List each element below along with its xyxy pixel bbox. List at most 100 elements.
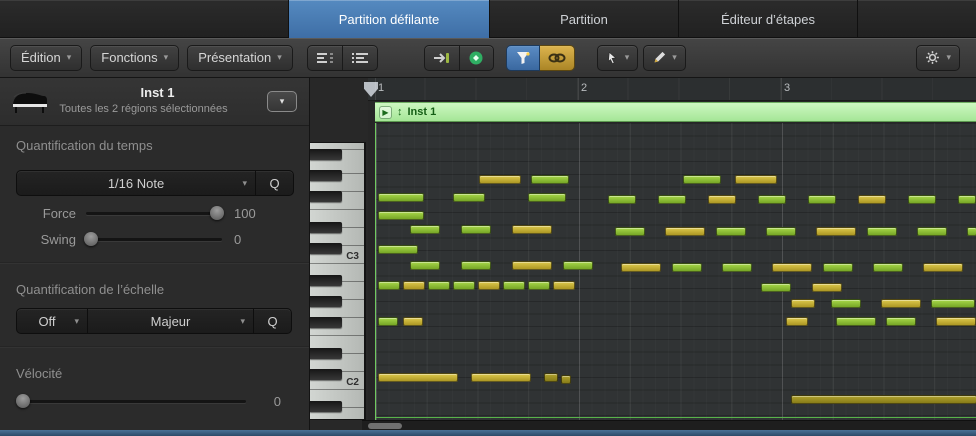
tab-step-editor[interactable]: Éditeur d’étapes [678,0,858,38]
midi-note[interactable] [378,245,418,254]
black-key[interactable] [310,190,342,202]
edition-menu-button[interactable]: Édition ▾ [10,44,83,71]
midi-note[interactable] [553,281,575,290]
midi-note[interactable] [867,227,897,236]
midi-note[interactable] [758,195,786,204]
settings-button[interactable]: ▾ [916,44,960,71]
details-list-button[interactable] [342,44,378,71]
midi-note[interactable] [428,281,450,290]
midi-note[interactable] [512,225,552,234]
force-slider[interactable] [86,205,224,221]
scale-q-button[interactable]: Q [254,308,292,334]
midi-note[interactable] [544,373,558,382]
midi-note[interactable] [761,283,791,292]
midi-note[interactable] [403,317,423,326]
midi-note[interactable] [923,263,963,272]
midi-note[interactable] [378,193,424,202]
midi-note[interactable] [615,227,645,236]
midi-note[interactable] [791,395,976,404]
midi-note[interactable] [528,281,550,290]
midi-note[interactable] [621,263,661,272]
black-key[interactable] [310,169,342,181]
time-quantize-q-button[interactable]: Q [256,170,294,196]
midi-note[interactable] [378,373,458,382]
midi-note[interactable] [881,299,921,308]
velocity-slider-knob[interactable] [16,394,30,408]
midi-note[interactable] [453,281,475,290]
black-key[interactable] [310,222,342,233]
midi-note[interactable] [967,227,976,236]
midi-note[interactable] [936,317,976,326]
midi-note[interactable] [836,317,876,326]
black-key[interactable] [310,316,342,328]
scrollbar-thumb[interactable] [368,423,402,429]
midi-note[interactable] [378,317,398,326]
midi-note[interactable] [608,195,636,204]
midi-filter-button[interactable] [505,44,540,71]
midi-note[interactable] [812,283,842,292]
midi-note[interactable] [410,261,440,270]
midi-note[interactable] [722,263,752,272]
midi-note[interactable] [766,227,796,236]
midi-note[interactable] [917,227,947,236]
midi-note[interactable] [858,195,886,204]
midi-note[interactable] [503,281,525,290]
inspector-disclosure-button[interactable]: ▾ [267,91,297,112]
midi-in-button[interactable] [459,44,494,71]
swing-slider[interactable] [84,231,222,247]
black-key[interactable] [310,243,342,254]
fonctions-menu-button[interactable]: Fonctions ▾ [90,44,180,71]
midi-note[interactable] [403,281,425,290]
step-input-button[interactable] [423,44,460,71]
midi-note[interactable] [816,227,856,236]
time-quantize-select[interactable]: 1/16 Note ▾ [16,170,256,196]
midi-note[interactable] [528,193,566,202]
midi-note[interactable] [478,281,500,290]
midi-note[interactable] [708,195,736,204]
presentation-menu-button[interactable]: Présentation ▾ [187,44,293,71]
tab-score[interactable]: Partition [489,0,678,38]
scale-select[interactable]: Majeur ▾ [88,308,254,334]
midi-note[interactable] [453,193,485,202]
midi-note[interactable] [931,299,975,308]
midi-note[interactable] [886,317,916,326]
bar-ruler[interactable]: 1 2 3 [364,78,976,101]
midi-note[interactable] [461,261,491,270]
note-grid[interactable] [375,123,976,420]
midi-note[interactable] [461,225,491,234]
region-play-button[interactable]: ▶ [379,105,392,119]
midi-note[interactable] [735,175,777,184]
midi-note[interactable] [531,175,569,184]
black-key[interactable] [310,348,342,359]
midi-note[interactable] [716,227,746,236]
midi-note[interactable] [658,195,686,204]
link-button[interactable] [539,44,575,71]
piano-keyboard[interactable]: C3 C2 [310,142,366,420]
swing-slider-knob[interactable] [84,232,98,246]
black-key[interactable] [310,148,342,160]
midi-note[interactable] [823,263,853,272]
midi-note[interactable] [665,227,705,236]
midi-note[interactable] [561,375,571,384]
pointer-tool-button[interactable]: ▾ [596,44,639,71]
midi-note[interactable] [563,261,593,270]
black-key[interactable] [310,274,342,286]
tab-scrolling-score[interactable]: Partition défilante [288,0,489,38]
midi-note[interactable] [479,175,521,184]
midi-note[interactable] [791,299,815,308]
scale-mode-select[interactable]: Off ▾ [16,308,88,334]
black-key[interactable] [310,369,342,380]
midi-note[interactable] [410,225,440,234]
midi-note[interactable] [378,211,424,220]
velocity-slider[interactable] [16,393,246,409]
midi-note[interactable] [908,195,936,204]
force-slider-knob[interactable] [210,206,224,220]
midi-note[interactable] [808,195,836,204]
midi-note[interactable] [873,263,903,272]
midi-note[interactable] [512,261,552,270]
midi-note[interactable] [683,175,721,184]
collapse-mode-button[interactable] [306,44,343,71]
midi-note[interactable] [958,195,976,204]
horizontal-scrollbar[interactable] [362,420,976,430]
midi-note[interactable] [831,299,861,308]
